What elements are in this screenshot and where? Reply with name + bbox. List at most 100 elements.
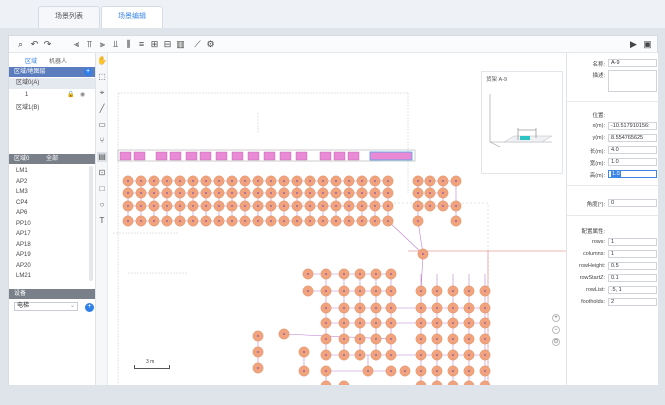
desc-field[interactable] bbox=[608, 70, 657, 92]
node-dot bbox=[140, 220, 142, 222]
list-item[interactable]: AP18 bbox=[9, 240, 95, 250]
node-dot bbox=[218, 180, 220, 182]
shelf bbox=[263, 151, 276, 161]
list-item[interactable]: LM1 bbox=[9, 166, 95, 176]
node-dot bbox=[335, 180, 337, 182]
footholds-field[interactable]: 2 bbox=[608, 298, 657, 306]
node-dot bbox=[244, 220, 246, 222]
distribute-v-icon[interactable]: ≡ bbox=[136, 39, 147, 50]
zoom-out-icon[interactable]: − bbox=[552, 326, 560, 334]
node-dot bbox=[484, 290, 486, 292]
device-select-value: 电梯 bbox=[17, 303, 30, 309]
device-icon[interactable]: ⊡ bbox=[97, 168, 107, 178]
list-item[interactable]: PP10 bbox=[9, 219, 95, 229]
node-dot bbox=[205, 180, 207, 182]
x-field[interactable]: -10.517910156: bbox=[608, 122, 657, 130]
list-item[interactable]: CP4 bbox=[9, 198, 95, 208]
map-canvas[interactable]: 货架 A-9 3 m + − ⊙ bbox=[108, 53, 566, 385]
rowlist-field[interactable]: .5, 1 bbox=[608, 286, 657, 294]
node-dot bbox=[140, 192, 142, 194]
rect-icon[interactable]: ▭ bbox=[97, 120, 107, 130]
node-dot bbox=[375, 338, 377, 340]
node-dot bbox=[420, 354, 422, 356]
add-region-icon[interactable]: + bbox=[84, 68, 92, 76]
line-tool-icon[interactable]: ⟋ bbox=[192, 39, 203, 50]
undo-icon[interactable]: ↶ bbox=[29, 39, 40, 50]
tab-robot[interactable]: 机器人 bbox=[49, 56, 67, 65]
filter-region[interactable]: 区域0 bbox=[14, 156, 29, 162]
center-v-icon[interactable]: ⊟ bbox=[162, 39, 173, 50]
same-size-icon[interactable]: ▥ bbox=[175, 39, 186, 50]
branch-icon[interactable]: ⑂ bbox=[97, 136, 107, 146]
list-item[interactable]: AP17 bbox=[9, 229, 95, 239]
select-icon[interactable]: ⬚ bbox=[97, 72, 107, 82]
text-icon[interactable]: T bbox=[97, 216, 107, 226]
preview-title: 货架 A-9 bbox=[486, 77, 508, 83]
rowheight-field[interactable]: 0.5 bbox=[608, 262, 657, 270]
list-item[interactable]: LM21 bbox=[9, 271, 95, 281]
list-item[interactable]: AP2 bbox=[9, 177, 95, 187]
play-icon[interactable]: ▶ bbox=[628, 39, 639, 50]
node-dot bbox=[359, 290, 361, 292]
y-field[interactable]: 8.554765625 bbox=[608, 134, 657, 142]
node-dot bbox=[452, 307, 454, 309]
search-icon[interactable]: ⌕ bbox=[15, 39, 26, 50]
device-header: 设备 bbox=[9, 289, 95, 299]
length-field[interactable]: 4.0 bbox=[608, 146, 657, 154]
square-icon[interactable]: □ bbox=[97, 184, 107, 194]
layer-item-1[interactable]: 1 🔒 ◉ bbox=[9, 90, 95, 101]
node-dot bbox=[322, 205, 324, 207]
add-device-icon[interactable]: + bbox=[85, 303, 94, 312]
map-node bbox=[447, 380, 459, 385]
shelf bbox=[295, 151, 308, 161]
center-icon[interactable]: ⊞ bbox=[149, 39, 160, 50]
device-select[interactable]: 电梯 ⌄ bbox=[14, 302, 78, 311]
node-dot bbox=[283, 205, 285, 207]
region-item-1[interactable]: 区域1(B) bbox=[9, 103, 95, 114]
zoom-in-icon[interactable]: + bbox=[552, 314, 560, 322]
angle-field[interactable]: 0 bbox=[608, 199, 657, 207]
rows-field[interactable]: 1 bbox=[608, 238, 657, 246]
align-right-icon[interactable]: ⫸ bbox=[97, 39, 108, 50]
node-dot bbox=[484, 307, 486, 309]
list-item[interactable]: AP20 bbox=[9, 261, 95, 271]
eye-icon[interactable]: ◉ bbox=[80, 90, 85, 101]
list-scrollbar[interactable] bbox=[89, 166, 93, 281]
list-item[interactable]: AP19 bbox=[9, 250, 95, 260]
node-dot bbox=[387, 205, 389, 207]
circle-icon[interactable]: ○ bbox=[97, 200, 107, 210]
distribute-h-icon[interactable]: ⫼ bbox=[123, 39, 134, 50]
tab-scene-edit[interactable]: 场景编辑 bbox=[101, 6, 163, 28]
list-item[interactable]: LM3 bbox=[9, 187, 95, 197]
node-dot bbox=[455, 220, 457, 222]
node-dot bbox=[429, 180, 431, 182]
settings-icon[interactable]: ⚙ bbox=[205, 39, 216, 50]
rowstartz-field[interactable]: 0.1 bbox=[608, 274, 657, 282]
height-field[interactable]: 1.0 bbox=[608, 170, 657, 178]
rowstartz-label: rowStartZ: bbox=[579, 275, 605, 281]
filter-type[interactable]: 全部 bbox=[46, 154, 58, 164]
width-field[interactable]: 1.0 bbox=[608, 158, 657, 166]
region-item-0[interactable]: 区域0(A) bbox=[9, 78, 95, 89]
align-top-icon[interactable]: ⫪ bbox=[84, 39, 95, 50]
hand-icon[interactable]: ✋ bbox=[97, 56, 107, 66]
node-dot bbox=[322, 180, 324, 182]
node-dot bbox=[442, 180, 444, 182]
fit-view-icon[interactable]: ⊙ bbox=[552, 338, 560, 346]
align-left-icon[interactable]: ⫷ bbox=[71, 39, 82, 50]
scale-label: 3 m bbox=[146, 359, 155, 365]
lock-icon[interactable]: 🔒 bbox=[67, 90, 74, 101]
redo-icon[interactable]: ↷ bbox=[42, 39, 53, 50]
save-icon[interactable]: ▣ bbox=[642, 39, 653, 50]
shelf-icon[interactable]: ▤ bbox=[97, 152, 107, 162]
tab-scene-list[interactable]: 场景列表 bbox=[38, 6, 100, 28]
list-item[interactable]: AP6 bbox=[9, 208, 95, 218]
name-field[interactable]: A-9 bbox=[608, 59, 657, 67]
node-dot bbox=[257, 205, 259, 207]
align-bottom-icon[interactable]: ⫫ bbox=[110, 39, 121, 50]
node-dot bbox=[436, 354, 438, 356]
location-icon[interactable]: ⌖ bbox=[97, 88, 107, 98]
map-node bbox=[338, 380, 350, 385]
path-icon[interactable]: ╱ bbox=[97, 104, 107, 114]
columns-field[interactable]: 1 bbox=[608, 250, 657, 258]
